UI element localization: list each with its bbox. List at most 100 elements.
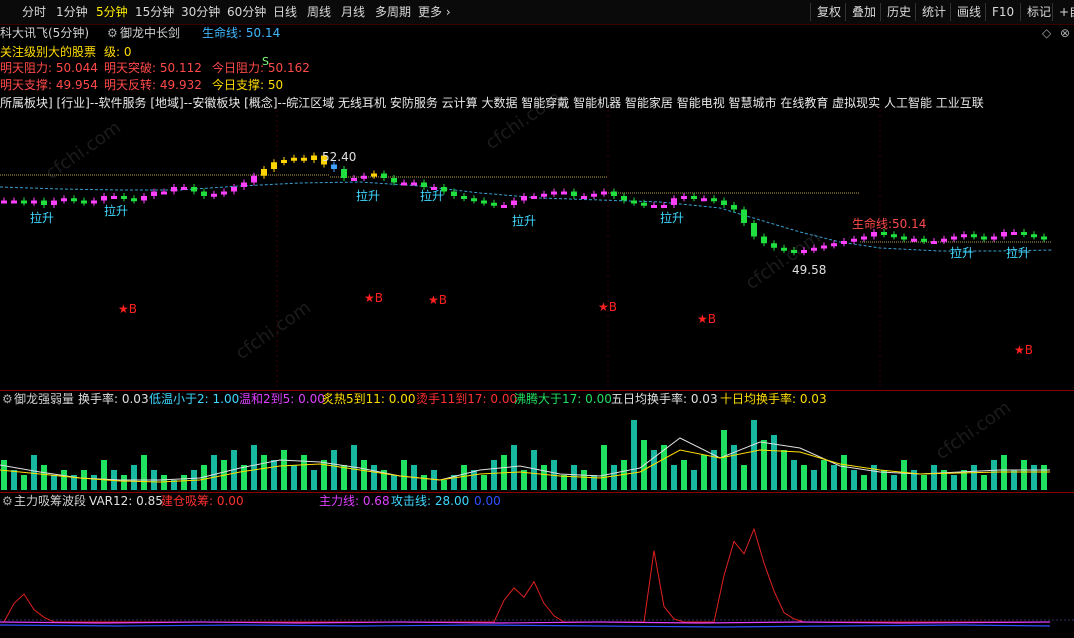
- tab-60min[interactable]: 60分钟: [227, 4, 266, 20]
- sector-list: 所属板块] [行业]--软件服务 [地域]--安徽板块 [概念]--皖江区域 无…: [0, 96, 984, 110]
- volume-bar: [541, 465, 547, 490]
- attention-label: 关注级别大的股票: [0, 45, 97, 59]
- statistics-button[interactable]: 统计: [915, 3, 952, 21]
- volume-bar: [751, 420, 757, 490]
- indicator-gear-icon[interactable]: ⚙: [107, 26, 118, 40]
- candle-body: [631, 200, 637, 204]
- flow-title[interactable]: 主力吸筹波段: [14, 494, 86, 508]
- volume-bar: [971, 465, 977, 490]
- volume-bar: [991, 460, 997, 490]
- candle-body: [191, 187, 197, 192]
- volume-bar: [391, 475, 397, 490]
- tab-more[interactable]: 更多 ›: [418, 4, 451, 20]
- tab-weekly[interactable]: 周线: [307, 4, 331, 20]
- tab-30min[interactable]: 30分钟: [181, 4, 220, 20]
- volume-bar: [511, 445, 517, 490]
- candle-body: [31, 200, 37, 204]
- volume-bar: [781, 450, 787, 490]
- build-value: 建仓吸筹: 0.00: [161, 494, 244, 508]
- candle-body: [71, 198, 77, 202]
- candle-body: [591, 193, 597, 197]
- hot-value: 炙热5到11: 0.00: [322, 392, 416, 406]
- candle-body: [1011, 232, 1017, 235]
- tab-1min[interactable]: 1分钟: [56, 4, 88, 20]
- panel-divider: [0, 492, 1074, 493]
- close-icon[interactable]: ⊗: [1060, 26, 1070, 40]
- volume-bar: [811, 470, 817, 490]
- candle-body: [601, 191, 607, 195]
- candle-body: [61, 198, 67, 202]
- buy-signal: ★B: [364, 291, 383, 305]
- candle-body: [691, 196, 697, 199]
- candle-body: [121, 196, 127, 199]
- volume-bar: [11, 470, 17, 490]
- candle-body: [801, 250, 807, 253]
- buy-signal: ★B: [598, 300, 617, 314]
- today-resist: 今日阻力: 50.162: [212, 61, 310, 75]
- candle-body: [781, 247, 787, 251]
- volume-bar: [741, 465, 747, 490]
- candle-body: [361, 175, 367, 179]
- volume-bar: [301, 455, 307, 490]
- candle-body: [851, 238, 857, 242]
- candle-body: [681, 196, 687, 199]
- candle-body: [571, 191, 577, 196]
- draw-line-button[interactable]: 画线: [950, 3, 987, 21]
- rise-label: 拉升: [660, 210, 684, 225]
- candle-body: [941, 238, 947, 242]
- tab-daily[interactable]: 日线: [273, 4, 297, 20]
- candle-body: [281, 160, 287, 163]
- rise-label: 拉升: [30, 210, 54, 225]
- candle-body: [551, 191, 557, 195]
- volume-bar: [401, 460, 407, 490]
- candle-body: [981, 236, 987, 240]
- volume-gear-icon[interactable]: ⚙: [2, 392, 13, 406]
- diamond-icon[interactable]: ◇: [1042, 26, 1051, 40]
- tab-5min[interactable]: 5分钟: [96, 4, 128, 20]
- volume-bar: [471, 470, 477, 490]
- candle-body: [81, 200, 87, 204]
- flow-gear-icon[interactable]: ⚙: [2, 494, 13, 508]
- rise-label: 拉升: [512, 213, 536, 228]
- candle-body: [761, 236, 767, 244]
- tab-minute-line[interactable]: 分时: [22, 4, 46, 20]
- volume-bar: [481, 475, 487, 490]
- volume-bar: [61, 470, 67, 490]
- main-line-value: 主力线: 0.68: [319, 494, 390, 508]
- candle-body: [301, 157, 307, 161]
- adjust-button[interactable]: 复权: [810, 3, 847, 21]
- volume-bar: [1031, 465, 1037, 490]
- indicator-name[interactable]: 御龙中长剑: [120, 26, 180, 40]
- turnover-value: 换手率: 0.03: [78, 392, 149, 406]
- tab-15min[interactable]: 15分钟: [135, 4, 174, 20]
- volume-bar: [261, 455, 267, 490]
- tomorrow-rebound: 明天反转: 49.932: [104, 78, 202, 92]
- candle-body: [861, 236, 867, 240]
- candle-body: [101, 196, 107, 201]
- volume-bar: [981, 475, 987, 490]
- volume-bar: [931, 465, 937, 490]
- volume-bar: [671, 465, 677, 490]
- candle-body: [621, 196, 627, 201]
- rise-label: 拉升: [950, 245, 974, 260]
- volume-bar: [611, 465, 617, 490]
- scald-value: 烫手11到17: 0.00: [416, 392, 518, 406]
- extra-value: 0.00: [474, 494, 501, 508]
- candle-body: [331, 164, 337, 169]
- history-button[interactable]: 历史: [880, 3, 917, 21]
- candle-body: [411, 182, 417, 186]
- tab-multi-period[interactable]: 多周期: [375, 4, 411, 20]
- candle-body: [351, 178, 357, 181]
- candle-body: [91, 200, 97, 204]
- tab-monthly[interactable]: 月线: [341, 4, 365, 20]
- candle-body: [461, 196, 467, 199]
- overlay-button[interactable]: 叠加: [845, 3, 882, 21]
- volume-bar: [131, 465, 137, 490]
- candle-body: [931, 241, 937, 244]
- candle-body: [1001, 232, 1007, 237]
- candle-body: [791, 250, 797, 253]
- volume-title[interactable]: 御龙强弱量: [14, 392, 74, 406]
- f10-button[interactable]: F10: [985, 3, 1020, 21]
- var12-value: VAR12: 0.85: [89, 494, 163, 508]
- self-button[interactable]: +自: [1052, 3, 1074, 21]
